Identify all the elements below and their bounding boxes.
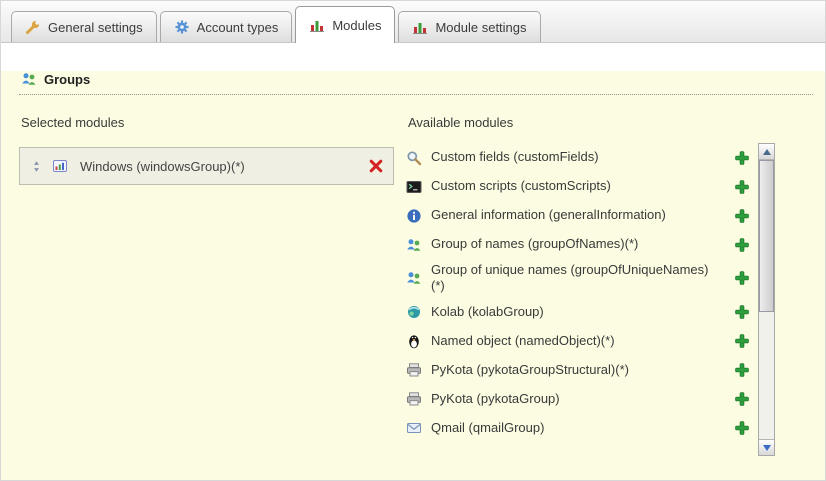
wrench-icon (25, 19, 41, 35)
available-module-label: Group of unique names (groupOfUniqueName… (431, 262, 719, 295)
available-module-label: General information (generalInformation) (431, 207, 719, 223)
available-module-row: Custom fields (customFields) (406, 143, 758, 172)
section-header: Groups (19, 71, 813, 95)
available-module-row: Named object (namedObject)(*) (406, 327, 758, 356)
available-module-label: Group of names (groupOfNames)(*) (431, 236, 719, 252)
tab-modules[interactable]: Modules (295, 6, 395, 43)
modules-columns: Selected modules Windows (windowsGroup)(… (1, 95, 825, 456)
plus-icon (734, 304, 750, 320)
tab-label: Modules (332, 18, 381, 33)
app-window: General settings Account types Modules M… (0, 0, 826, 481)
selected-modules-heading: Selected modules (19, 115, 394, 130)
plus-icon (734, 237, 750, 253)
available-module-row: Custom scripts (customScripts) (406, 172, 758, 201)
content: Groups Selected modules Windows (windows… (1, 71, 825, 481)
tab-account-types[interactable]: Account types (160, 11, 293, 42)
scroll-down-icon (763, 445, 771, 451)
available-module-label: PyKota (pykotaGroup) (431, 391, 719, 407)
available-module-label: PyKota (pykotaGroupStructural)(*) (431, 362, 719, 378)
available-module-row: General information (generalInformation) (406, 201, 758, 230)
mail-icon (406, 420, 422, 436)
plus-icon (734, 362, 750, 378)
scrollbar-track[interactable] (759, 160, 774, 439)
page-title: Groups (44, 72, 90, 87)
available-module-row: Kolab (kolabGroup) (406, 298, 758, 327)
available-module-label: Custom scripts (customScripts) (431, 178, 719, 194)
group-icon (406, 237, 422, 253)
tab-label: Module settings (435, 20, 526, 35)
tab-label: General settings (48, 20, 143, 35)
scroll-up-icon (763, 149, 771, 155)
available-module-label: Kolab (kolabGroup) (431, 304, 719, 320)
info-icon (406, 208, 422, 224)
available-module-row: Group of names (groupOfNames)(*) (406, 230, 758, 259)
windows-icon (52, 158, 68, 174)
penguin-icon (406, 333, 422, 349)
plus-icon (734, 179, 750, 195)
scrollbar-down-button[interactable] (759, 439, 774, 455)
selected-module-label: Windows (windowsGroup)(*) (80, 159, 368, 174)
script-icon (406, 179, 422, 195)
add-module-button[interactable] (734, 304, 750, 320)
add-module-button[interactable] (734, 362, 750, 378)
group-icon (406, 270, 422, 286)
drag-handle[interactable] (26, 160, 46, 173)
available-module-row: Qmail (qmailGroup) (406, 414, 758, 443)
scrollbar[interactable] (758, 143, 775, 456)
delete-icon (368, 158, 384, 174)
available-module-row: Group of unique names (groupOfUniqueName… (406, 259, 758, 298)
chart-icon (309, 17, 325, 33)
magnifier-icon (406, 150, 422, 166)
scrollbar-thumb[interactable] (759, 160, 774, 312)
add-module-button[interactable] (734, 270, 750, 286)
plus-icon (734, 270, 750, 286)
selected-module-row[interactable]: Windows (windowsGroup)(*) (19, 147, 394, 185)
tab-general-settings[interactable]: General settings (11, 11, 157, 42)
chart-icon (412, 19, 428, 35)
available-module-row: PyKota (pykotaGroup) (406, 385, 758, 414)
printer-icon (406, 362, 422, 378)
kolab-icon (406, 304, 422, 320)
remove-module-button[interactable] (368, 158, 384, 174)
tab-bar: General settings Account types Modules M… (1, 1, 825, 43)
available-modules-panel: Available modules Custom fields (customF… (406, 115, 777, 456)
add-module-button[interactable] (734, 333, 750, 349)
selected-modules-panel: Selected modules Windows (windowsGroup)(… (19, 115, 394, 185)
gear-icon (174, 19, 190, 35)
available-module-row: PyKota (pykotaGroupStructural)(*) (406, 356, 758, 385)
available-module-label: Named object (namedObject)(*) (431, 333, 719, 349)
selected-modules-list: Windows (windowsGroup)(*) (19, 147, 394, 185)
add-module-button[interactable] (734, 150, 750, 166)
add-module-button[interactable] (734, 420, 750, 436)
drag-arrows-icon (30, 160, 43, 173)
groups-icon (21, 71, 37, 87)
tab-label: Account types (197, 20, 279, 35)
printer-icon (406, 391, 422, 407)
add-module-button[interactable] (734, 237, 750, 253)
plus-icon (734, 150, 750, 166)
plus-icon (734, 420, 750, 436)
plus-icon (734, 208, 750, 224)
add-module-button[interactable] (734, 208, 750, 224)
plus-icon (734, 391, 750, 407)
scrollbar-up-button[interactable] (759, 144, 774, 160)
available-modules-heading: Available modules (406, 115, 777, 130)
tab-module-settings[interactable]: Module settings (398, 11, 540, 42)
add-module-button[interactable] (734, 391, 750, 407)
available-module-label: Qmail (qmailGroup) (431, 420, 719, 436)
add-module-button[interactable] (734, 179, 750, 195)
available-modules-list: Custom fields (customFields) Custom scri… (406, 143, 758, 456)
plus-icon (734, 333, 750, 349)
available-modules-body: Custom fields (customFields) Custom scri… (406, 143, 777, 456)
available-module-label: Custom fields (customFields) (431, 149, 719, 165)
